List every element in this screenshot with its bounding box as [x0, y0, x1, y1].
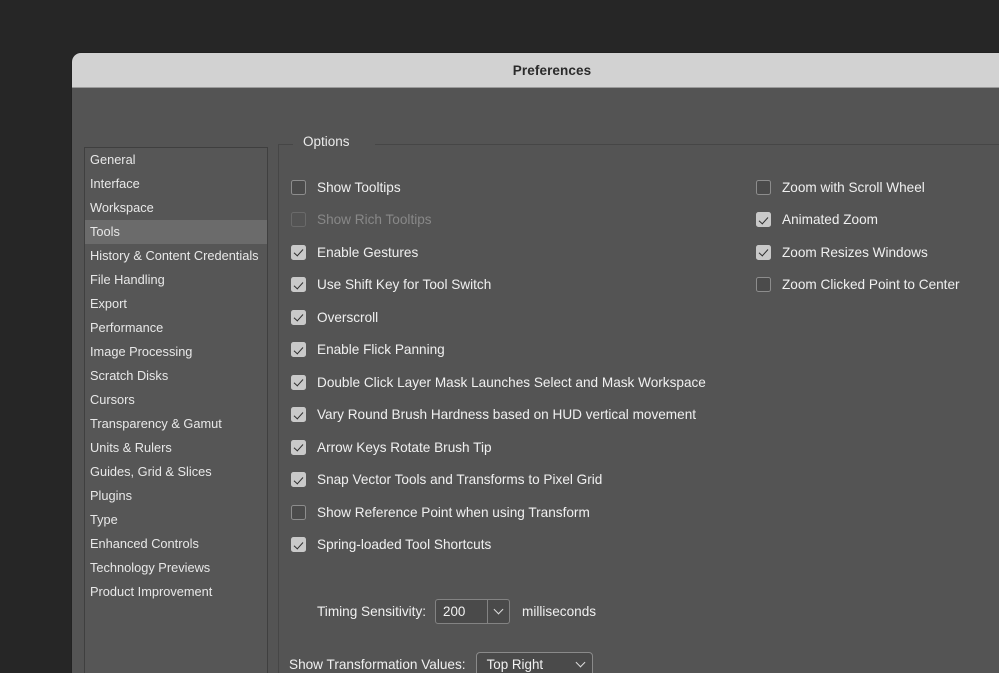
checkbox-label: Overscroll [317, 309, 379, 325]
sidebar-item-scratch-disks[interactable]: Scratch Disks [85, 364, 267, 388]
options-right-column: Zoom with Scroll Wheel Animated Zoom Zoom … [756, 171, 960, 301]
checkbox-row-enable-gestures[interactable]: Enable Gestures [291, 236, 706, 269]
transformation-values-label: Show Transformation Values: [289, 657, 466, 672]
checkbox-checked-icon[interactable] [291, 407, 306, 423]
checkbox-row-arrow-keys-rotate-brush-tip[interactable]: Arrow Keys Rotate Brush Tip [291, 431, 706, 464]
preferences-window: Preferences General Interface Workspace Too… [72, 53, 999, 673]
checkbox-row-snap-vector-tools-and-transforms-to-pixel-grid[interactable]: Snap Vector Tools and Transforms to Pixe… [291, 464, 706, 497]
checkbox-label: Spring-loaded Tool Shortcuts [317, 537, 492, 553]
checkbox-checked-icon[interactable] [291, 342, 306, 358]
checkbox-unchecked-icon[interactable] [756, 179, 771, 195]
checkbox-label: Show Reference Point when using Transfor… [317, 504, 590, 520]
checkbox-checked-icon[interactable] [291, 439, 306, 455]
sidebar-item-image-processing[interactable]: Image Processing [85, 340, 267, 364]
sidebar-item-plugins[interactable]: Plugins [85, 484, 267, 508]
window-body: General Interface Workspace Tools History & … [72, 88, 999, 673]
timing-sensitivity-value[interactable]: 200 [436, 600, 487, 623]
checkbox-checked-icon[interactable] [291, 244, 306, 260]
checkbox-unchecked-icon[interactable] [291, 179, 306, 195]
checkbox-label: Use Shift Key for Tool Switch [317, 277, 492, 293]
checkbox-label: Animated Zoom [782, 212, 878, 228]
window-titlebar[interactable]: Preferences [72, 53, 999, 88]
checkbox-label: Show Rich Tooltips [317, 212, 432, 228]
checkbox-row-zoom-resizes-windows[interactable]: Zoom Resizes Windows [756, 236, 960, 269]
checkbox-row-use-shift-key-for-tool-switch[interactable]: Use Shift Key for Tool Switch [291, 269, 706, 302]
checkbox-row-overscroll[interactable]: Overscroll [291, 301, 706, 334]
sidebar-item-transparency-gamut[interactable]: Transparency & Gamut [85, 412, 267, 436]
options-left-column: Show Tooltips Show Rich Tooltips Enable Ge… [291, 171, 706, 561]
chevron-down-icon [575, 657, 586, 668]
checkbox-label: Enable Gestures [317, 244, 419, 260]
preferences-category-list[interactable]: General Interface Workspace Tools History & … [84, 147, 268, 673]
checkbox-checked-icon[interactable] [291, 537, 306, 553]
transformation-values-row: Show Transformation Values: Top Right [289, 652, 593, 673]
checkbox-label: Enable Flick Panning [317, 342, 445, 358]
options-group-label: Options [303, 134, 350, 149]
checkbox-label: Arrow Keys Rotate Brush Tip [317, 439, 492, 455]
sidebar-item-general[interactable]: General [85, 148, 267, 172]
sidebar-item-product-improvement[interactable]: Product Improvement [85, 580, 267, 604]
timing-sensitivity-units: milliseconds [522, 604, 597, 619]
checkbox-row-show-reference-point-when-using-transform[interactable]: Show Reference Point when using Transfor… [291, 496, 706, 529]
sidebar-item-export[interactable]: Export [85, 292, 267, 316]
checkbox-unchecked-icon[interactable] [291, 504, 306, 520]
checkbox-checked-icon[interactable] [291, 277, 306, 293]
checkbox-row-zoom-with-scroll-wheel[interactable]: Zoom with Scroll Wheel [756, 171, 960, 204]
checkbox-row-double-click-layer-mask-launches-select-and-mask-workspace[interactable]: Double Click Layer Mask Launches Select … [291, 366, 706, 399]
checkbox-checked-icon[interactable] [756, 244, 771, 260]
sidebar-item-guides-grid-slices[interactable]: Guides, Grid & Slices [85, 460, 267, 484]
checkbox-row-enable-flick-panning[interactable]: Enable Flick Panning [291, 334, 706, 367]
checkbox-checked-icon[interactable] [756, 212, 771, 228]
sidebar-item-performance[interactable]: Performance [85, 316, 267, 340]
timing-sensitivity-row: Timing Sensitivity: 200 milliseconds [317, 599, 596, 624]
options-group-box: Options Show Tooltips Show Rich Tooltips E… [278, 134, 999, 673]
checkbox-row-vary-round-brush-hardness-based-on-hud-vertical-movement[interactable]: Vary Round Brush Hardness based on HUD v… [291, 399, 706, 432]
checkbox-label: Zoom Clicked Point to Center [782, 277, 960, 293]
transformation-values-dropdown[interactable]: Top Right [475, 652, 593, 673]
sidebar-item-tools[interactable]: Tools [85, 220, 267, 244]
checkbox-label: Show Tooltips [317, 179, 401, 195]
checkbox-label: Zoom with Scroll Wheel [782, 179, 925, 195]
checkbox-unchecked-icon[interactable] [756, 277, 771, 293]
timing-sensitivity-label: Timing Sensitivity: [317, 604, 427, 619]
timing-sensitivity-combobox[interactable]: 200 [435, 599, 511, 624]
checkbox-row-show-tooltips[interactable]: Show Tooltips [291, 171, 706, 204]
checkbox-row-animated-zoom[interactable]: Animated Zoom [756, 204, 960, 237]
sidebar-item-type[interactable]: Type [85, 508, 267, 532]
checkbox-checked-icon[interactable] [291, 472, 306, 488]
checkbox-unchecked-icon [291, 212, 306, 228]
checkbox-row-spring-loaded-tool-shortcuts[interactable]: Spring-loaded Tool Shortcuts [291, 529, 706, 562]
sidebar-item-technology-previews[interactable]: Technology Previews [85, 556, 267, 580]
checkbox-label: Double Click Layer Mask Launches Select … [317, 374, 706, 390]
sidebar-item-cursors[interactable]: Cursors [85, 388, 267, 412]
checkbox-label: Zoom Resizes Windows [782, 244, 928, 260]
checkbox-label: Vary Round Brush Hardness based on HUD v… [317, 407, 697, 423]
window-title: Preferences [512, 62, 592, 78]
chevron-down-icon[interactable] [487, 600, 509, 623]
checkbox-checked-icon[interactable] [291, 309, 306, 325]
checkbox-row-show-rich-tooltips: Show Rich Tooltips [291, 204, 706, 237]
sidebar-item-interface[interactable]: Interface [85, 172, 267, 196]
checkbox-checked-icon[interactable] [291, 374, 306, 390]
checkbox-row-zoom-clicked-point-to-center[interactable]: Zoom Clicked Point to Center [756, 269, 960, 302]
transformation-values-value: Top Right [486, 657, 544, 672]
sidebar-item-workspace[interactable]: Workspace [85, 196, 267, 220]
checkbox-label: Snap Vector Tools and Transforms to Pixe… [317, 472, 603, 488]
sidebar-item-enhanced-controls[interactable]: Enhanced Controls [85, 532, 267, 556]
sidebar-item-history-content-credentials[interactable]: History & Content Credentials [85, 244, 267, 268]
sidebar-item-file-handling[interactable]: File Handling [85, 268, 267, 292]
sidebar-item-units-rulers[interactable]: Units & Rulers [85, 436, 267, 460]
